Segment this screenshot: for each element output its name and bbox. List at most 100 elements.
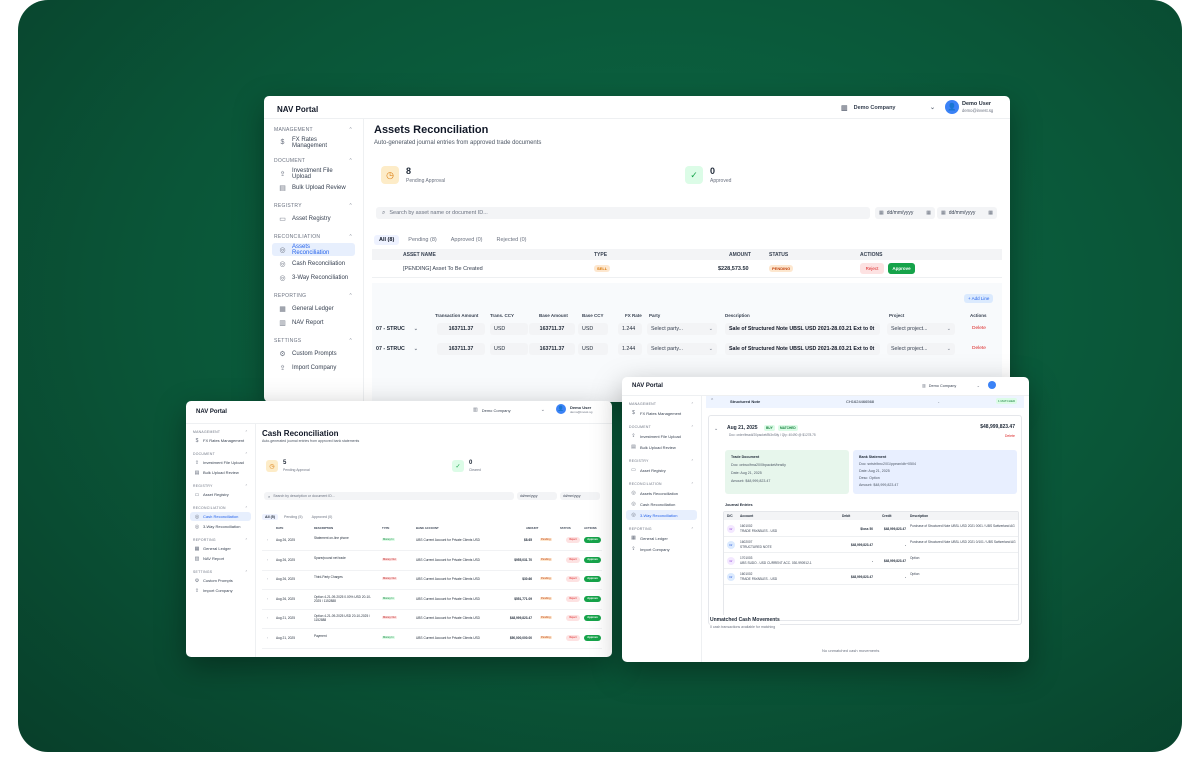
asset-group-header[interactable]: ⌃ Structured Note CH1624466568 - 1 MATCH…	[706, 396, 1024, 408]
delete-button[interactable]: Delete	[972, 346, 986, 351]
sidebar-item[interactable]: ◎ Cash Reconciliation	[190, 512, 251, 521]
table-row[interactable]: › Aug 21, 2025 Payment Money In UBS Current …	[262, 630, 602, 649]
sidebar-item[interactable]: ▦ General Ledger	[190, 544, 251, 553]
approve-button[interactable]: Approve	[584, 634, 601, 641]
add-line-button[interactable]: + Add Line	[964, 294, 994, 303]
sidebar-item[interactable]: $ FX Rates Management	[626, 408, 697, 418]
avatar[interactable]	[988, 381, 996, 389]
sidebar-item[interactable]: $ FX Rates Management	[190, 436, 251, 445]
trans-amount-input[interactable]: 163711.37	[437, 323, 485, 335]
sidebar-item[interactable]: ▭ Asset Registry	[190, 490, 251, 499]
pending-count: 8	[406, 166, 412, 176]
date-from-input[interactable]: ▦ dd/mm/yyyy ▦	[875, 207, 935, 219]
reject-button[interactable]: Reject	[566, 595, 580, 602]
sidebar-item[interactable]: ◎ 3-Way Reconciliation	[272, 271, 355, 284]
table-row[interactable]: › Aug 26, 2025 Spare/pound net trade Money …	[262, 552, 602, 571]
party-select[interactable]: Select party... ⌄	[647, 323, 717, 335]
reject-button[interactable]: Reject	[860, 263, 884, 274]
reject-button[interactable]: Reject	[566, 576, 580, 582]
description-input[interactable]: Sale of Structured Note UBSL USD 2021-28…	[725, 343, 880, 355]
tab-pending[interactable]: Pending (5)	[281, 514, 306, 520]
tab-all[interactable]: All (5)	[262, 514, 278, 520]
company-selector[interactable]: ▥ Demo Company ⌄	[841, 101, 935, 114]
approve-button[interactable]: Approve	[584, 615, 601, 621]
trans-ccy-input[interactable]: USD	[490, 323, 528, 335]
approve-button[interactable]: Approve	[584, 556, 601, 563]
table-row[interactable]: › Aug 26, 2025 Statement on-line phone Mone…	[262, 532, 602, 551]
trans-ccy-input[interactable]: USD	[490, 343, 528, 355]
table-row[interactable]: › Aug 26, 2025 Third-Party Charges Money Ou…	[262, 571, 602, 590]
sidebar-item-label: Import Company	[292, 364, 337, 371]
sidebar-item[interactable]: ◎ Cash Reconciliation	[272, 257, 355, 270]
account-select[interactable]: 07 - STRUC ⌄	[372, 323, 422, 335]
sidebar-item[interactable]: ▤ Bulk Upload Review	[626, 442, 697, 452]
sidebar-item[interactable]: ▦ General Ledger	[626, 533, 697, 543]
date-from-input[interactable]: dd/mm/yyyy	[517, 492, 557, 500]
tab-all[interactable]: All (8)	[374, 235, 400, 245]
sidebar-item[interactable]: ◎ Assets Reconciliation	[626, 488, 697, 498]
trans-amount-input[interactable]: 163711.37	[437, 343, 485, 355]
sidebar-item[interactable]: ▭ Asset Registry	[626, 465, 697, 475]
row-description: Third-Party Charges	[314, 575, 343, 579]
sidebar-item[interactable]: ▥ NAV Report	[272, 316, 355, 329]
base-amount-input[interactable]: 163711.37	[529, 343, 575, 355]
delete-button[interactable]: Delete	[1005, 434, 1015, 438]
base-ccy-input[interactable]: USD	[578, 343, 608, 355]
tab-rejected[interactable]: Rejected (0)	[492, 235, 532, 245]
reject-button[interactable]: Reject	[566, 556, 580, 563]
avatar[interactable]: 👤	[556, 404, 566, 414]
sidebar-item[interactable]: ⚙ Custom Prompts	[272, 347, 355, 360]
project-select[interactable]: Select project... ⌄	[887, 343, 955, 355]
sidebar-item[interactable]: ◎ Cash Reconciliation	[626, 499, 697, 509]
sidebar-item[interactable]: ⇪ Investment File Upload	[626, 431, 697, 441]
sidebar-item[interactable]: ▭ Asset Registry	[272, 212, 355, 225]
sidebar-item[interactable]: ⇪ Investment File Upload	[272, 167, 355, 180]
reject-button[interactable]: Reject	[566, 634, 580, 641]
page-subtitle: Auto-generated journal entries from appr…	[262, 439, 360, 443]
reject-button[interactable]: Reject	[566, 537, 580, 543]
company-selector[interactable]: ▥ Demo Company ⌄	[922, 381, 980, 390]
sidebar-item[interactable]: ⇪ Import Company	[626, 544, 697, 554]
account-name: STRUCTURED NOTE	[740, 545, 772, 549]
search-input[interactable]: ⌕ Search by description or document ID..…	[264, 492, 514, 500]
sidebar-item[interactable]: ◎ 3-Way Reconciliation	[626, 510, 697, 520]
search-input[interactable]: ⌕ Search by asset name or document ID...	[376, 207, 870, 219]
approve-button[interactable]: Approve	[584, 576, 601, 582]
party-select[interactable]: Select party... ⌄	[647, 343, 717, 355]
approve-button[interactable]: Approve	[584, 595, 601, 602]
table-row[interactable]: [PENDING] Asset To Be Created SELL $228,…	[372, 260, 1002, 278]
fx-rate-input[interactable]: 1.244	[618, 323, 642, 335]
row-status-badge: Pending	[540, 557, 552, 561]
fx-rate-input[interactable]: 1.244	[618, 343, 642, 355]
tab-approved[interactable]: Approved (0)	[446, 235, 488, 245]
sidebar-item[interactable]: ▤ Bulk Upload Review	[190, 468, 251, 477]
row-chevron-icon: ›	[267, 538, 269, 542]
table-row[interactable]: › Aug 26, 2025 Option 4-21-09-2025 0.00% U…	[262, 591, 602, 610]
description-input[interactable]: Sale of Structured Note UBSL USD 2021-28…	[725, 323, 880, 335]
sidebar-item[interactable]: ▦ General Ledger	[272, 302, 355, 315]
company-selector[interactable]: ▥ Demo Company ⌄	[473, 405, 545, 415]
tab-pending[interactable]: Pending (8)	[403, 235, 441, 245]
sidebar-item[interactable]: $ FX Rates Management	[272, 136, 355, 149]
base-amount-input[interactable]: 163711.37	[529, 323, 575, 335]
base-ccy-input[interactable]: USD	[578, 323, 608, 335]
approve-button[interactable]: Approve	[584, 537, 601, 543]
reject-button[interactable]: Reject	[566, 615, 580, 621]
project-select[interactable]: Select project... ⌄	[887, 323, 955, 335]
date-to-input[interactable]: ▦ dd/mm/yyyy ▦	[937, 207, 997, 219]
sidebar-item[interactable]: ⇪ Import Company	[272, 361, 355, 374]
delete-button[interactable]: Delete	[972, 326, 986, 331]
sidebar-item[interactable]: ▤ Bulk Upload Review	[272, 181, 355, 194]
sidebar-item[interactable]: ⇪ Investment File Upload	[190, 458, 251, 467]
date-to-input[interactable]: dd/mm/yyyy	[560, 492, 600, 500]
sidebar-item[interactable]: ▥ NAV Report	[190, 554, 251, 563]
sidebar-item[interactable]: ⚙ Custom Prompts	[190, 576, 251, 585]
account-select[interactable]: 07 - STRUC ⌄	[372, 343, 422, 355]
approve-button[interactable]: Approve	[888, 263, 915, 274]
sidebar-item[interactable]: ⇪ Import Company	[190, 586, 251, 595]
table-row[interactable]: › Aug 21, 2025 Option 4-21-09-2025 USD 20-…	[262, 610, 602, 629]
tab-approved[interactable]: Approved (0)	[309, 514, 336, 520]
sidebar-item[interactable]: ◎ 3-Way Reconciliation	[190, 522, 251, 531]
sidebar-item[interactable]: ◎ Assets Reconciliation	[272, 243, 355, 256]
avatar[interactable]: 👤	[945, 100, 959, 114]
